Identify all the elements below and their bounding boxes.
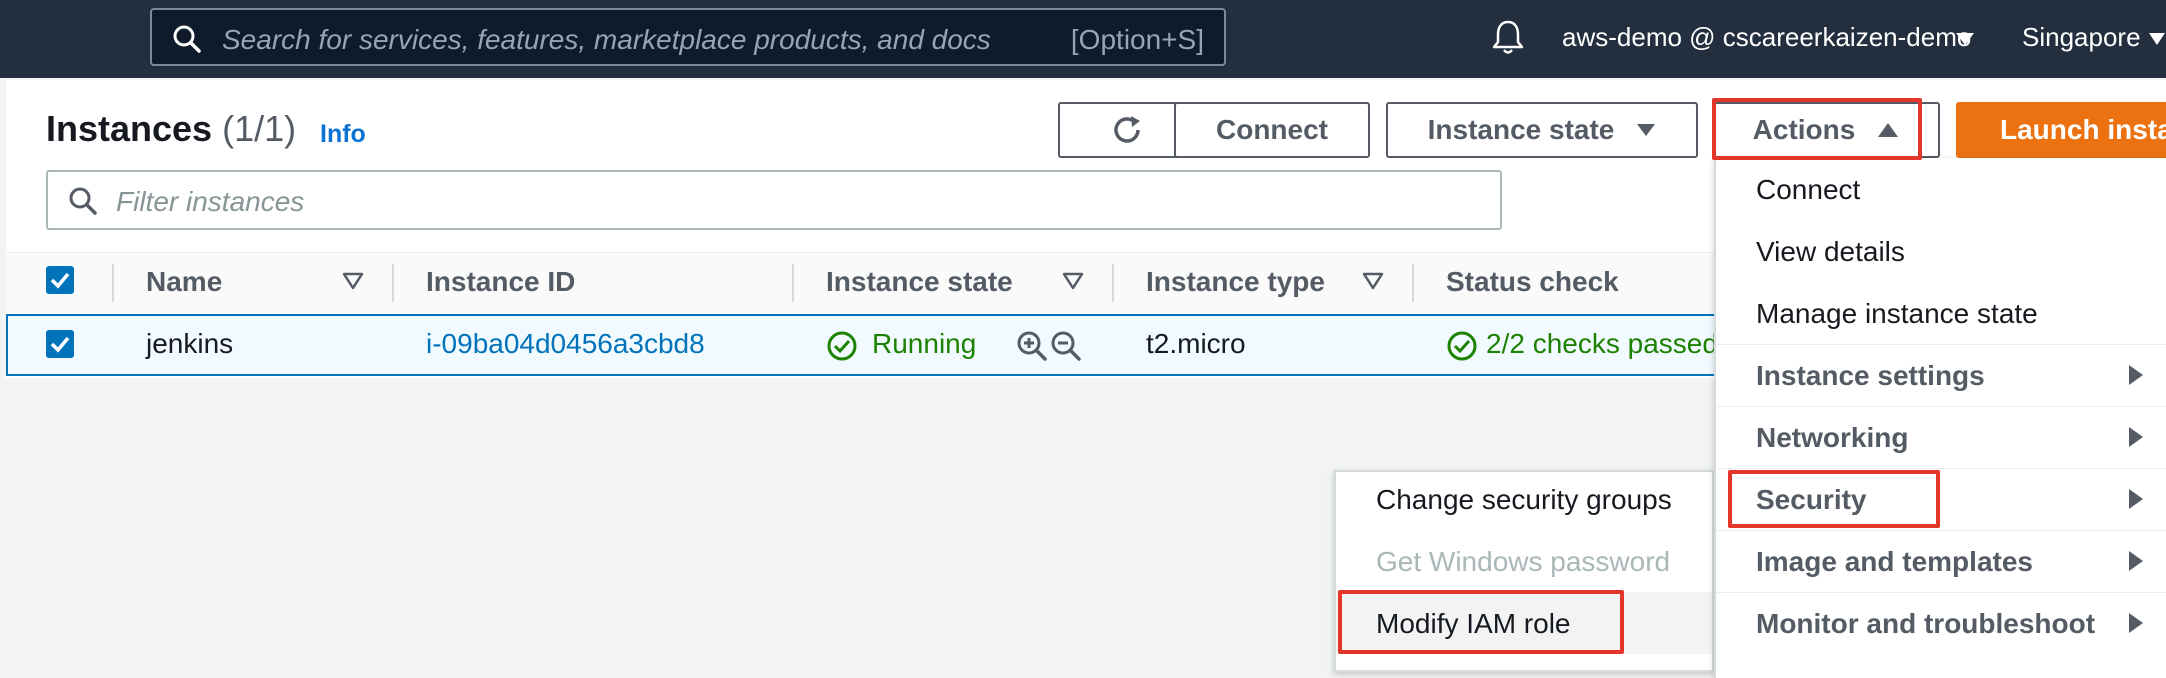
menu-divider <box>1716 406 2166 407</box>
column-header-status-check[interactable]: Status check <box>1446 266 1619 298</box>
select-all-checkbox[interactable] <box>46 266 74 294</box>
launch-instances-button[interactable]: Launch insta <box>1956 102 2166 158</box>
menu-item-connect[interactable]: Connect <box>1756 174 1860 206</box>
caret-right-icon <box>2128 364 2144 386</box>
instance-type-value: t2.micro <box>1146 328 1246 359</box>
filter-placeholder: Filter instances <box>116 186 305 217</box>
check-circle-icon <box>1446 330 1478 362</box>
caret-right-icon <box>2128 612 2144 634</box>
caret-right-icon <box>2128 550 2144 572</box>
search-shortcut: [Option+S] <box>1070 24 1204 55</box>
connect-button[interactable]: Connect <box>1174 102 1370 158</box>
column-divider <box>112 264 114 302</box>
check-circle-icon <box>826 330 858 362</box>
search-placeholder: Search for services, features, marketpla… <box>222 24 991 55</box>
column-divider <box>1412 264 1414 302</box>
zoom-out-icon[interactable] <box>1050 330 1082 362</box>
filter-instances-input[interactable]: Filter instances <box>46 170 1502 230</box>
account-menu[interactable]: aws-demo @ cscareerkaizen-demo <box>1562 22 1971 53</box>
sort-icon[interactable] <box>1362 272 1384 290</box>
region-selector[interactable]: Singapore <box>2022 22 2141 53</box>
column-header-instance-state[interactable]: Instance state <box>826 266 1013 298</box>
instance-state-button[interactable]: Instance state <box>1386 102 1698 158</box>
caret-down-icon <box>1636 123 1656 137</box>
menu-divider <box>1716 530 2166 531</box>
chevron-down-icon[interactable] <box>1955 32 1975 46</box>
chevron-down-icon[interactable] <box>2148 32 2166 46</box>
caret-right-icon <box>2128 426 2144 448</box>
launch-instances-button-label: Launch insta <box>2000 114 2166 145</box>
column-divider <box>792 264 794 302</box>
page-title: Instances (1/1) <box>46 108 296 150</box>
column-header-instance-id[interactable]: Instance ID <box>426 266 575 298</box>
status-check-value: 2/2 checks passed <box>1486 328 1718 359</box>
highlight-modify-iam-role <box>1338 590 1624 654</box>
column-divider <box>392 264 394 302</box>
menu-item-change-security-groups[interactable]: Change security groups <box>1376 484 1672 516</box>
page-title-text: Instances <box>46 108 213 149</box>
highlight-security <box>1728 470 1940 528</box>
instance-state-value: Running <box>872 328 977 359</box>
column-header-name[interactable]: Name <box>146 266 222 298</box>
zoom-in-icon[interactable] <box>1016 330 1048 362</box>
connect-button-label: Connect <box>1216 114 1328 145</box>
menu-divider <box>1716 344 2166 345</box>
instance-count: (1/1) <box>222 108 297 149</box>
instance-name: jenkins <box>146 328 234 359</box>
row-checkbox[interactable] <box>46 330 74 358</box>
column-divider <box>1112 264 1114 302</box>
instance-state-button-label: Instance state <box>1427 114 1615 145</box>
search-icon <box>68 186 98 216</box>
menu-item-get-windows-password: Get Windows password <box>1376 546 1671 577</box>
instance-id-link[interactable]: i-09ba04d0456a3cbd8 <box>426 328 705 360</box>
menu-divider <box>1716 468 2166 469</box>
bell-icon[interactable] <box>1490 18 1526 56</box>
menu-item-view-details[interactable]: View details <box>1756 236 1905 268</box>
menu-group-instance-settings[interactable]: Instance settings <box>1756 360 1985 392</box>
caret-right-icon <box>2128 488 2144 510</box>
column-header-instance-type[interactable]: Instance type <box>1146 266 1325 298</box>
menu-divider <box>1716 592 2166 593</box>
menu-group-image-and-templates[interactable]: Image and templates <box>1756 546 2033 578</box>
menu-item-manage-instance-state[interactable]: Manage instance state <box>1756 298 2038 330</box>
menu-group-networking[interactable]: Networking <box>1756 422 1908 454</box>
sort-icon[interactable] <box>342 272 364 290</box>
info-link[interactable]: Info <box>320 120 366 149</box>
global-search-box[interactable]: Search for services, features, marketpla… <box>150 8 1226 66</box>
menu-group-monitor-and-troubleshoot[interactable]: Monitor and troubleshoot <box>1756 608 2095 640</box>
highlight-actions <box>1712 98 1922 160</box>
refresh-icon <box>1110 113 1144 147</box>
search-icon <box>172 24 202 54</box>
sort-icon[interactable] <box>1062 272 1084 290</box>
